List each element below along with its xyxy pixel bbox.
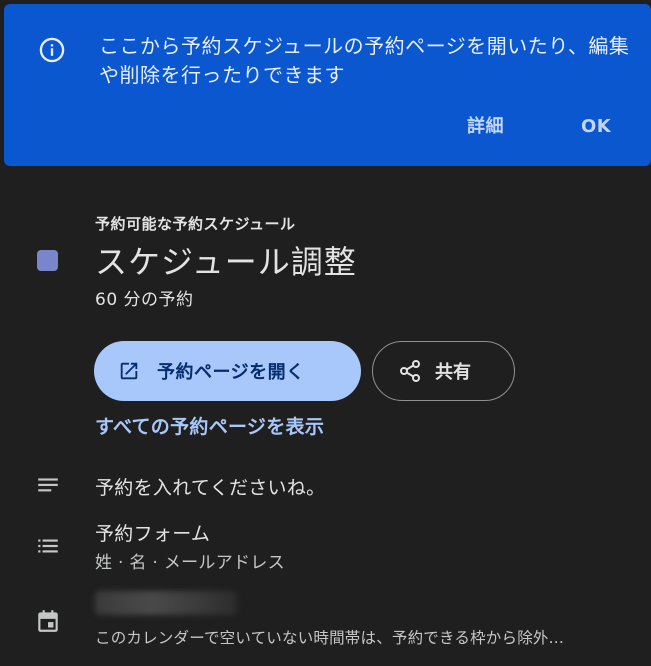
open-in-new-icon: [118, 360, 140, 382]
share-icon: [398, 359, 422, 383]
open-booking-page-label: 予約ページを開く: [157, 362, 305, 383]
calendar-availability-note: このカレンダーで空いていない時間帯は、予約できる枠から除外...: [95, 629, 564, 647]
schedule-status-label: 予約可能な予約スケジュール: [95, 215, 296, 233]
appointment-schedule-panel: ここから予約スケジュールの予約ページを開いたり、編集や削除を行ったりできます 詳…: [0, 0, 651, 666]
schedule-description: 予約を入れてくださいね。: [95, 477, 326, 499]
share-button[interactable]: 共有: [372, 341, 515, 401]
booking-form-fields: 姓 · 名 · メールアドレス: [95, 553, 285, 573]
banner-message: ここから予約スケジュールの予約ページを開いたり、編集や削除を行ったりできます: [99, 34, 630, 87]
booking-form-title: 予約フォーム: [95, 523, 211, 545]
view-all-booking-pages-link[interactable]: すべての予約ページを表示: [95, 412, 324, 439]
schedule-duration: 60 分の予約: [95, 290, 194, 310]
open-booking-page-button[interactable]: 予約ページを開く: [94, 341, 361, 401]
info-icon: [38, 36, 66, 64]
details-button[interactable]: 詳細: [467, 112, 504, 142]
notes-icon: [35, 473, 61, 499]
list-icon: [35, 533, 61, 559]
ok-button[interactable]: OK: [581, 112, 611, 142]
info-banner: ここから予約スケジュールの予約ページを開いたり、編集や削除を行ったりできます 詳…: [4, 4, 651, 166]
calendar-color-swatch: [37, 250, 58, 271]
schedule-title: スケジュール調整: [95, 243, 357, 281]
calendar-icon: [35, 608, 61, 634]
share-label: 共有: [435, 362, 471, 383]
redacted-calendar-name: [95, 591, 237, 615]
